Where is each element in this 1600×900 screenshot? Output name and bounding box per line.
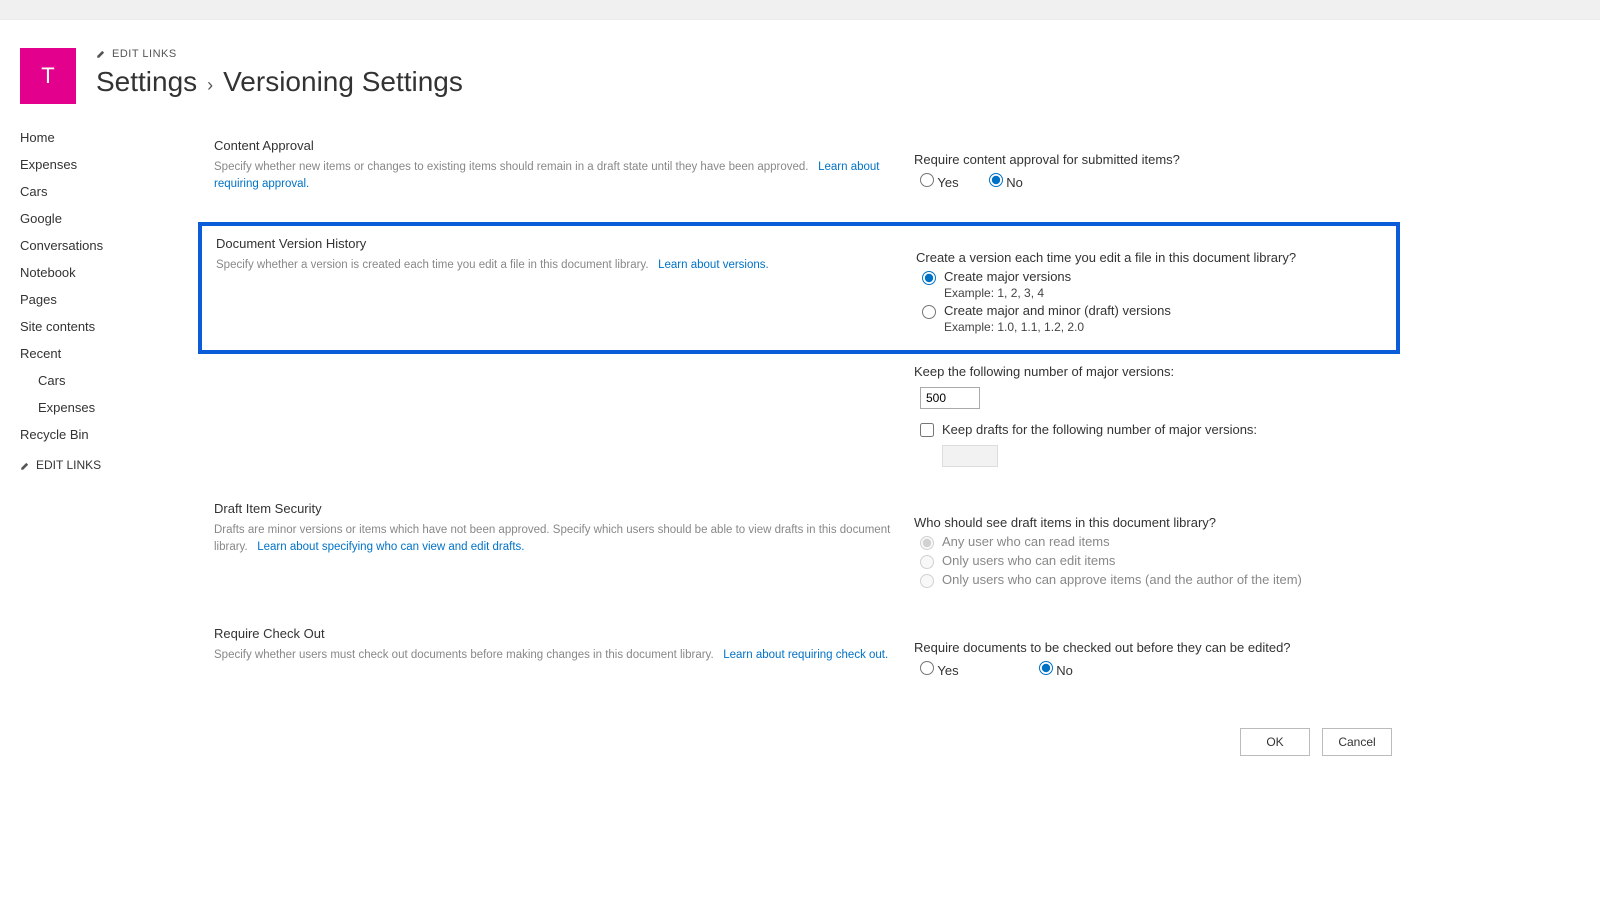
learn-link-versions[interactable]: Learn about versions. bbox=[658, 259, 769, 271]
section-title: Draft Item Security bbox=[214, 501, 896, 516]
radio-approval-no[interactable] bbox=[989, 173, 1003, 187]
example-major: Example: 1, 2, 3, 4 bbox=[944, 286, 1388, 300]
checkbox-keep-drafts[interactable] bbox=[920, 423, 934, 437]
section-desc: Specify whether a version is created eac… bbox=[216, 259, 649, 271]
nav-item-site-contents[interactable]: Site contents bbox=[20, 313, 180, 340]
nav-list: Home Expenses Cars Google Conversations … bbox=[20, 124, 180, 448]
input-keep-major-count[interactable] bbox=[920, 387, 980, 409]
label-draft-edit: Only users who can edit items bbox=[942, 553, 1115, 568]
breadcrumb: Settings › Versioning Settings bbox=[96, 66, 1580, 98]
label-approval-no[interactable]: No bbox=[1006, 175, 1023, 190]
learn-link-drafts[interactable]: Learn about specifying who can view and … bbox=[257, 541, 524, 553]
pencil-icon bbox=[96, 49, 106, 59]
example-minor: Example: 1.0, 1.1, 1.2, 2.0 bbox=[944, 320, 1388, 334]
edit-links-top-label: EDIT LINKS bbox=[112, 48, 177, 60]
left-nav: Home Expenses Cars Google Conversations … bbox=[0, 114, 180, 472]
label-approval-yes[interactable]: Yes bbox=[937, 175, 958, 190]
radio-minor-versions[interactable] bbox=[922, 305, 936, 319]
section-title: Document Version History bbox=[216, 236, 898, 251]
radio-draft-approve bbox=[920, 574, 934, 588]
site-logo-tile[interactable]: T bbox=[20, 48, 76, 104]
label-checkout-no[interactable]: No bbox=[1056, 663, 1073, 678]
section-content-approval: Content Approval Specify whether new ite… bbox=[198, 124, 1400, 216]
section-title: Require Check Out bbox=[214, 626, 896, 641]
ribbon-bar bbox=[0, 0, 1600, 20]
section-desc: Specify whether new items or changes to … bbox=[214, 161, 809, 173]
section-draft-security: Draft Item Security Drafts are minor ver… bbox=[198, 487, 1400, 606]
section-keep-versions: Keep the following number of major versi… bbox=[198, 364, 1400, 481]
nav-item-notebook[interactable]: Notebook bbox=[20, 259, 180, 286]
input-keep-drafts-count bbox=[942, 445, 998, 467]
nav-item-expenses[interactable]: Expenses bbox=[20, 151, 180, 178]
radio-checkout-yes[interactable] bbox=[920, 661, 934, 675]
nav-item-recent-cars[interactable]: Cars bbox=[20, 367, 180, 394]
section-version-history: Document Version History Specify whether… bbox=[198, 222, 1400, 354]
nav-item-google[interactable]: Google bbox=[20, 205, 180, 232]
breadcrumb-current: Versioning Settings bbox=[223, 66, 463, 98]
edit-links-nav[interactable]: EDIT LINKS bbox=[20, 458, 180, 472]
ok-button[interactable]: OK bbox=[1240, 728, 1310, 756]
section-title: Content Approval bbox=[214, 138, 896, 153]
breadcrumb-separator: › bbox=[207, 75, 213, 96]
nav-item-recent-expenses[interactable]: Expenses bbox=[20, 394, 180, 421]
question-draft-security: Who should see draft items in this docum… bbox=[914, 515, 1392, 530]
edit-links-nav-label: EDIT LINKS bbox=[36, 458, 101, 472]
page-header: T EDIT LINKS Settings › Versioning Setti… bbox=[0, 20, 1600, 114]
nav-item-cars[interactable]: Cars bbox=[20, 178, 180, 205]
label-checkout-yes[interactable]: Yes bbox=[937, 663, 958, 678]
label-keep-major: Keep the following number of major versi… bbox=[914, 364, 1392, 379]
nav-item-pages[interactable]: Pages bbox=[20, 286, 180, 313]
label-minor-versions[interactable]: Create major and minor (draft) versions bbox=[944, 303, 1171, 318]
radio-major-versions[interactable] bbox=[922, 271, 936, 285]
radio-checkout-no[interactable] bbox=[1039, 661, 1053, 675]
label-draft-approve: Only users who can approve items (and th… bbox=[942, 572, 1302, 587]
radio-approval-yes[interactable] bbox=[920, 173, 934, 187]
question-content-approval: Require content approval for submitted i… bbox=[914, 152, 1392, 167]
section-require-checkout: Require Check Out Specify whether users … bbox=[198, 612, 1400, 704]
label-major-versions[interactable]: Create major versions bbox=[944, 269, 1071, 284]
nav-item-recent[interactable]: Recent bbox=[20, 340, 180, 367]
label-draft-read: Any user who can read items bbox=[942, 534, 1110, 549]
edit-links-top[interactable]: EDIT LINKS bbox=[96, 48, 1580, 60]
pencil-icon bbox=[20, 460, 30, 470]
nav-item-home[interactable]: Home bbox=[20, 124, 180, 151]
question-checkout: Require documents to be checked out befo… bbox=[914, 640, 1392, 655]
actions-row: OK Cancel bbox=[198, 710, 1400, 766]
label-keep-drafts[interactable]: Keep drafts for the following number of … bbox=[942, 422, 1257, 437]
question-version-history: Create a version each time you edit a fi… bbox=[916, 250, 1388, 265]
learn-link-checkout[interactable]: Learn about requiring check out. bbox=[723, 649, 888, 661]
nav-item-conversations[interactable]: Conversations bbox=[20, 232, 180, 259]
section-desc: Specify whether users must check out doc… bbox=[214, 649, 714, 661]
main-content: Content Approval Specify whether new ite… bbox=[180, 114, 1440, 806]
breadcrumb-parent[interactable]: Settings bbox=[96, 66, 197, 98]
radio-draft-read bbox=[920, 536, 934, 550]
cancel-button[interactable]: Cancel bbox=[1322, 728, 1392, 756]
nav-item-recycle-bin[interactable]: Recycle Bin bbox=[20, 421, 180, 448]
radio-draft-edit bbox=[920, 555, 934, 569]
